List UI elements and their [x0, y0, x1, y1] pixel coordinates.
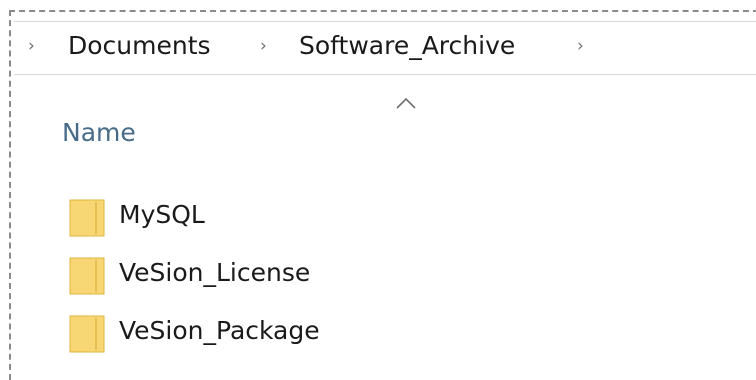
folder-icon [69, 199, 105, 237]
chevron-right-icon[interactable]: › [28, 35, 35, 57]
file-name: VeSion_License [119, 258, 311, 287]
folder-icon [69, 257, 105, 295]
list-item[interactable]: VeSion_Package [66, 310, 666, 368]
column-header-name[interactable]: Name [62, 118, 136, 148]
list-item[interactable]: VeSion_License [66, 252, 666, 310]
file-name: MySQL [119, 200, 205, 229]
file-name: VeSion_Package [119, 316, 320, 345]
folder-icon [69, 315, 105, 353]
breadcrumb-item-software-archive[interactable]: Software_Archive [299, 31, 515, 61]
chevron-up-icon[interactable] [395, 96, 417, 110]
address-bar[interactable]: › Documents › Software_Archive › [14, 21, 756, 75]
list-item[interactable]: MySQL [66, 194, 666, 252]
chevron-right-icon[interactable]: › [260, 35, 267, 57]
chevron-right-icon[interactable]: › [577, 35, 584, 57]
file-list: MySQL VeSion_License VeSion_Package [66, 194, 666, 368]
breadcrumb-item-documents[interactable]: Documents [68, 31, 211, 61]
